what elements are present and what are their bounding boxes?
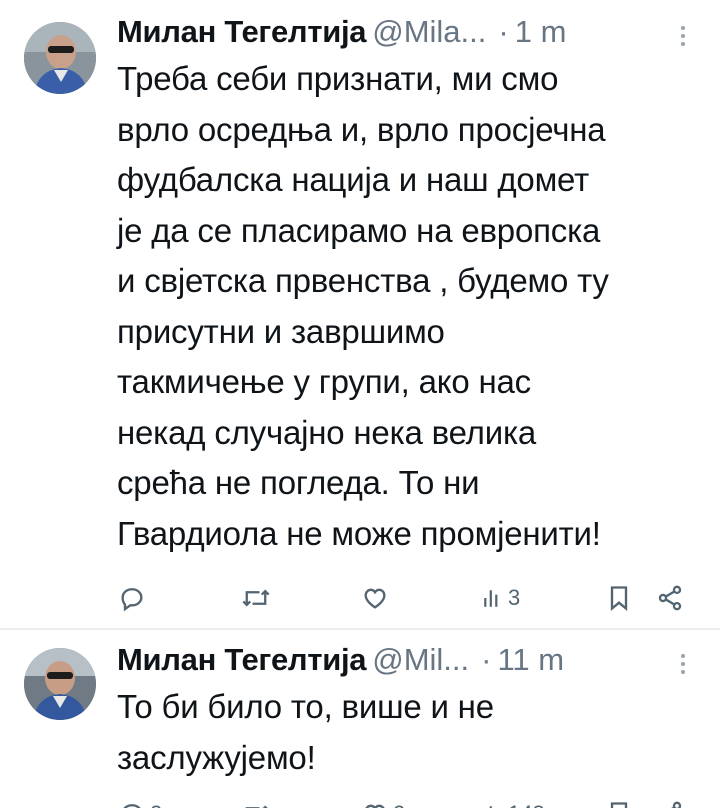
- author-handle[interactable]: @Mila...: [372, 12, 486, 52]
- tweet-text-line: такмичење у групи, ако нас: [117, 363, 531, 400]
- reply-icon: [121, 588, 143, 612]
- avatar[interactable]: [24, 648, 96, 720]
- tweet-text: Треба себи признати, ми смо врло осредња…: [117, 54, 712, 559]
- tweet-text-line: присутни и завршимо: [117, 312, 445, 350]
- tweet-text-line: заслужујемо!: [117, 738, 316, 776]
- tweet-header: Милан Тегелтија @Mila... · 1 m: [117, 12, 566, 52]
- separator-dot: ·: [481, 642, 492, 677]
- bookmark-icon: [610, 586, 628, 611]
- tweet-1[interactable]: Милан Тегелтија @Mila... · 1 m Треба себ…: [0, 0, 720, 628]
- timestamp[interactable]: 1 m: [515, 12, 567, 52]
- tweet-text-line: је да се пласирамо на европска: [117, 211, 601, 249]
- tweet-actions: 2 2 148: [0, 794, 720, 808]
- retweet-button[interactable]: [241, 584, 271, 612]
- views-button[interactable]: 3: [482, 584, 520, 612]
- tweet-text-line: врло осредња и, врло просјечна: [117, 110, 606, 148]
- tweet-header: Милан Тегелтија @Mil... · 11 m: [117, 640, 564, 680]
- author-name[interactable]: Милан Тегелтија: [117, 12, 367, 52]
- separator-dot: ·: [498, 14, 509, 49]
- avatar-photo: [24, 648, 96, 720]
- tweet-text-line: фудбалска нација и наш домет: [117, 161, 590, 198]
- tweet-text-line: некад случајно нека велика: [117, 413, 537, 451]
- bookmark-button[interactable]: [607, 584, 631, 612]
- views-icon: [484, 590, 498, 607]
- avatar[interactable]: [24, 22, 96, 94]
- avatar-photo: [24, 22, 96, 94]
- share-button[interactable]: [656, 584, 684, 612]
- tweet-text-line: срећа не погледа. То ни: [117, 464, 480, 501]
- tweet-2[interactable]: Милан Тегелтија @Mil... · 11 m То би бил…: [0, 630, 720, 808]
- tweet-text: То би било то, више и не заслужујемо!: [117, 682, 712, 783]
- views-count: 3: [508, 585, 521, 610]
- more-icon[interactable]: [678, 654, 688, 674]
- tweet-text-line: Гвардиола не може промјенити!: [117, 514, 601, 552]
- like-icon: [364, 588, 386, 609]
- more-icon[interactable]: [678, 26, 688, 46]
- tweet-actions: 3: [0, 578, 720, 618]
- timestamp[interactable]: 11 m: [497, 640, 564, 680]
- retweet-icon: [242, 589, 270, 607]
- like-button[interactable]: [361, 584, 389, 612]
- tweet-text-line: То би било то, више и не: [117, 688, 494, 725]
- author-name[interactable]: Милан Тегелтија: [117, 640, 367, 680]
- tweet-text-line: Треба себи признати, ми смо: [117, 60, 559, 97]
- reply-button[interactable]: [118, 584, 146, 612]
- author-handle[interactable]: @Mil...: [372, 640, 469, 680]
- tweet-text-line: и свјетска првенства , будемо ту: [117, 262, 609, 299]
- share-icon: [658, 585, 682, 611]
